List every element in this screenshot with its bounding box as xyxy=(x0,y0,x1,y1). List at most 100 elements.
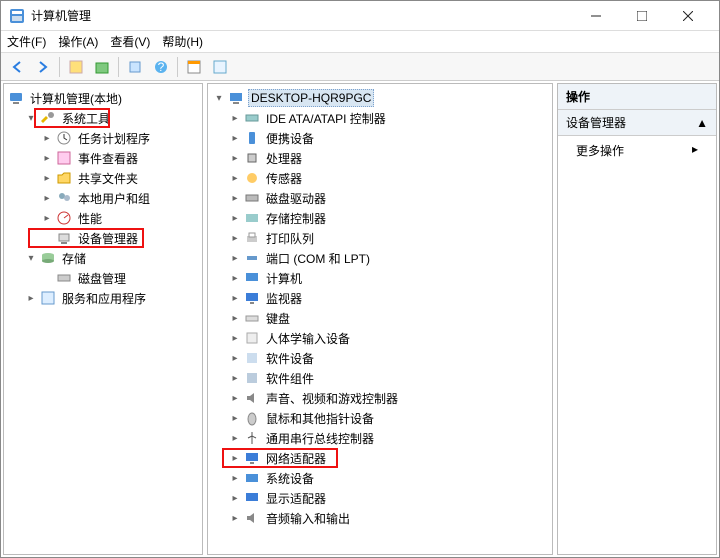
device-tree[interactable]: ▾ DESKTOP-HQR9PGC ▸IDE ATA/ATAPI 控制器 ▸便携… xyxy=(208,84,552,532)
blank xyxy=(40,271,54,285)
tree-services-apps[interactable]: ▸ 服务和应用程序 xyxy=(6,288,200,308)
device-hid[interactable]: ▸人体学输入设备 xyxy=(210,328,550,348)
portable-icon xyxy=(244,130,260,146)
actions-more[interactable]: 更多操作 ▸ xyxy=(558,136,716,165)
device-keyboard[interactable]: ▸键盘 xyxy=(210,308,550,328)
device-audio-io[interactable]: ▸音频输入和输出 xyxy=(210,508,550,528)
pc-icon xyxy=(228,90,244,106)
computer-icon xyxy=(8,90,24,106)
perf-icon xyxy=(56,210,72,226)
device-print-queue[interactable]: ▸打印队列 xyxy=(210,228,550,248)
device-soft-comp[interactable]: ▸软件组件 xyxy=(210,368,550,388)
toolbar-btn-5[interactable] xyxy=(208,55,232,79)
audio-icon xyxy=(244,510,260,526)
hdd-icon xyxy=(244,190,260,206)
keyboard-icon xyxy=(244,310,260,326)
storage-ctrl-icon xyxy=(244,210,260,226)
back-button[interactable] xyxy=(5,55,29,79)
device-cpu[interactable]: ▸处理器 xyxy=(210,148,550,168)
toolbar-btn-3[interactable] xyxy=(123,55,147,79)
expand-icon[interactable]: ▸ xyxy=(40,151,54,165)
menu-file[interactable]: 文件(F) xyxy=(7,33,46,50)
help-button[interactable]: ? xyxy=(149,55,173,79)
tools-icon xyxy=(40,110,56,126)
device-ports[interactable]: ▸端口 (COM 和 LPT) xyxy=(210,248,550,268)
expand-icon[interactable]: ▾ xyxy=(24,111,38,125)
menubar: 文件(F) 操作(A) 查看(V) 帮助(H) xyxy=(1,31,719,53)
tree-task-scheduler[interactable]: ▸ 任务计划程序 xyxy=(6,128,200,148)
maximize-button[interactable] xyxy=(619,1,665,31)
soft-comp-icon xyxy=(244,370,260,386)
mouse-icon xyxy=(244,410,260,426)
ide-icon xyxy=(244,110,260,126)
event-icon xyxy=(56,150,72,166)
sensor-icon xyxy=(244,170,260,186)
device-network[interactable]: ▸网络适配器 xyxy=(210,448,550,468)
tree-shared-folders[interactable]: ▸ 共享文件夹 xyxy=(6,168,200,188)
usb-icon xyxy=(244,430,260,446)
computer-icon xyxy=(244,270,260,286)
device-portable[interactable]: ▸便携设备 xyxy=(210,128,550,148)
sound-icon xyxy=(244,390,260,406)
body-panels: 计算机管理(本地) ▾ 系统工具 ▸ 任务计划程序 ▸ 事件查看器 ▸ 共享文件… xyxy=(1,81,719,557)
device-usb[interactable]: ▸通用串行总线控制器 xyxy=(210,428,550,448)
left-panel: 计算机管理(本地) ▾ 系统工具 ▸ 任务计划程序 ▸ 事件查看器 ▸ 共享文件… xyxy=(3,83,203,555)
tree-system-tools[interactable]: ▾ 系统工具 xyxy=(6,108,200,128)
device-storage-ctrl[interactable]: ▸存储控制器 xyxy=(210,208,550,228)
actions-subheader[interactable]: 设备管理器 ▲ xyxy=(558,110,716,136)
tree-root[interactable]: 计算机管理(本地) xyxy=(6,88,200,108)
left-tree[interactable]: 计算机管理(本地) ▾ 系统工具 ▸ 任务计划程序 ▸ 事件查看器 ▸ 共享文件… xyxy=(4,84,202,312)
device-disk-drives[interactable]: ▸磁盘驱动器 xyxy=(210,188,550,208)
device-computer[interactable]: ▸计算机 xyxy=(210,268,550,288)
tree-device-manager[interactable]: 设备管理器 xyxy=(6,228,200,248)
tree-performance[interactable]: ▸ 性能 xyxy=(6,208,200,228)
toolbar-btn-1[interactable] xyxy=(64,55,88,79)
tree-event-viewer[interactable]: ▸ 事件查看器 xyxy=(6,148,200,168)
menu-view[interactable]: 查看(V) xyxy=(110,33,150,50)
expand-icon[interactable]: ▸ xyxy=(40,211,54,225)
forward-button[interactable] xyxy=(31,55,55,79)
device-sensor[interactable]: ▸传感器 xyxy=(210,168,550,188)
toolbar-btn-2[interactable] xyxy=(90,55,114,79)
expand-icon[interactable]: ▸ xyxy=(40,131,54,145)
device-system-dev[interactable]: ▸系统设备 xyxy=(210,468,550,488)
device-icon xyxy=(56,230,72,246)
tree-storage[interactable]: ▾ 存储 xyxy=(6,248,200,268)
expand-icon[interactable]: ▸ xyxy=(40,191,54,205)
cpu-icon xyxy=(244,150,260,166)
window-controls xyxy=(573,1,711,31)
toolbar-btn-4[interactable] xyxy=(182,55,206,79)
menu-help[interactable]: 帮助(H) xyxy=(162,33,203,50)
services-icon xyxy=(40,290,56,306)
blank xyxy=(40,231,54,245)
collapse-icon[interactable]: ▲ xyxy=(696,116,708,130)
device-display[interactable]: ▸显示适配器 xyxy=(210,488,550,508)
app-icon xyxy=(9,8,25,24)
chevron-right-icon: ▸ xyxy=(692,142,698,159)
menu-action[interactable]: 操作(A) xyxy=(58,33,98,50)
device-root[interactable]: ▾ DESKTOP-HQR9PGC xyxy=(210,88,550,108)
hid-icon xyxy=(244,330,260,346)
device-monitor[interactable]: ▸监视器 xyxy=(210,288,550,308)
middle-panel: ▾ DESKTOP-HQR9PGC ▸IDE ATA/ATAPI 控制器 ▸便携… xyxy=(207,83,553,555)
expand-icon[interactable]: ▾ xyxy=(212,91,226,105)
storage-icon xyxy=(40,250,56,266)
display-icon xyxy=(244,490,260,506)
device-soft-dev[interactable]: ▸软件设备 xyxy=(210,348,550,368)
device-sound[interactable]: ▸声音、视频和游戏控制器 xyxy=(210,388,550,408)
monitor-icon xyxy=(244,290,260,306)
minimize-button[interactable] xyxy=(573,1,619,31)
clock-icon xyxy=(56,130,72,146)
actions-panel: 操作 设备管理器 ▲ 更多操作 ▸ xyxy=(557,83,717,555)
expand-icon[interactable]: ▸ xyxy=(40,171,54,185)
expand-icon[interactable]: ▾ xyxy=(24,251,38,265)
device-ide[interactable]: ▸IDE ATA/ATAPI 控制器 xyxy=(210,108,550,128)
folder-icon xyxy=(56,170,72,186)
device-mouse[interactable]: ▸鼠标和其他指针设备 xyxy=(210,408,550,428)
port-icon xyxy=(244,250,260,266)
close-button[interactable] xyxy=(665,1,711,31)
tree-local-users[interactable]: ▸ 本地用户和组 xyxy=(6,188,200,208)
svg-text:?: ? xyxy=(158,60,165,74)
expand-icon[interactable]: ▸ xyxy=(24,291,38,305)
tree-disk-management[interactable]: 磁盘管理 xyxy=(6,268,200,288)
